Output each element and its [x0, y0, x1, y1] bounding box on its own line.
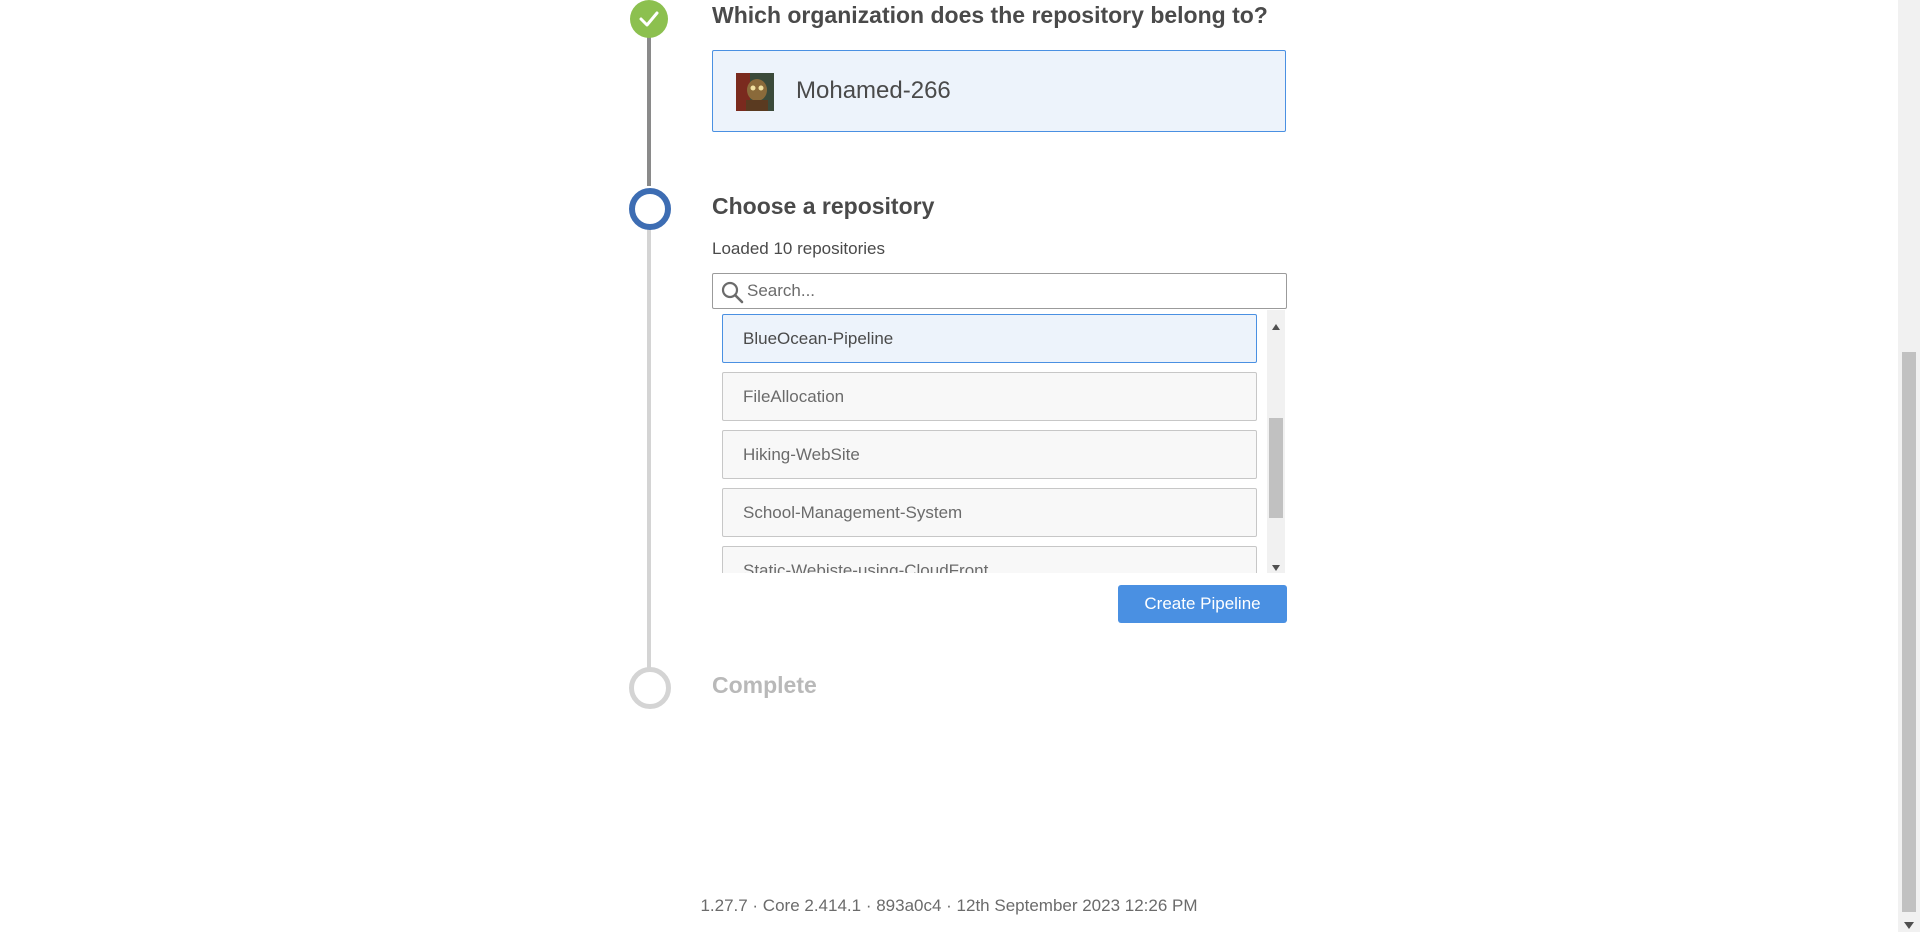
org-card-selected[interactable]: Mohamed-266	[712, 50, 1286, 132]
create-pipeline-page: Which organization does the repository b…	[0, 0, 1920, 932]
step-org-title: Which organization does the repository b…	[712, 2, 1268, 28]
repository-search-input[interactable]	[747, 277, 1277, 305]
repository-list-scrollbar-thumb[interactable]	[1269, 418, 1283, 518]
repositories-loaded-count: Loaded 10 repositories	[712, 239, 885, 258]
scroll-down-arrow-icon[interactable]	[1272, 558, 1280, 576]
page-scrollbar-thumb[interactable]	[1902, 352, 1916, 912]
repository-list[interactable]: BlueOcean-Pipeline FileAllocation Hiking…	[712, 310, 1287, 573]
org-name: Mohamed-266	[796, 77, 951, 104]
repository-item-static-webiste-using-cloudfront[interactable]: Static-Webiste-using-CloudFront	[722, 546, 1257, 573]
page-scrollbar[interactable]	[1898, 0, 1920, 932]
step-complete-title: Complete	[712, 672, 817, 698]
timeline-line-completed	[647, 34, 651, 186]
step-complete-check-icon	[630, 0, 668, 38]
step-repo-title: Choose a repository	[712, 193, 935, 219]
repository-list-scrollbar[interactable]	[1267, 310, 1285, 573]
step-active-indicator	[629, 188, 671, 230]
timeline-line-pending	[647, 228, 651, 668]
footer-version-info: 1.27.7 · Core 2.414.1 · 893a0c4 · 12th S…	[700, 896, 1198, 915]
scroll-up-arrow-icon[interactable]	[1272, 317, 1280, 335]
repository-search-box	[712, 273, 1287, 309]
repository-item-fileallocation[interactable]: FileAllocation	[722, 372, 1257, 421]
org-avatar	[736, 73, 774, 111]
step-pending-indicator	[629, 667, 671, 709]
repository-item-hiking-website[interactable]: Hiking-WebSite	[722, 430, 1257, 479]
repository-item-school-management-system[interactable]: School-Management-System	[722, 488, 1257, 537]
repository-item-blueocean-pipeline[interactable]: BlueOcean-Pipeline	[722, 314, 1257, 363]
page-scroll-down-arrow-icon[interactable]	[1904, 916, 1914, 932]
create-pipeline-button[interactable]: Create Pipeline	[1118, 585, 1287, 623]
search-icon	[720, 280, 744, 309]
